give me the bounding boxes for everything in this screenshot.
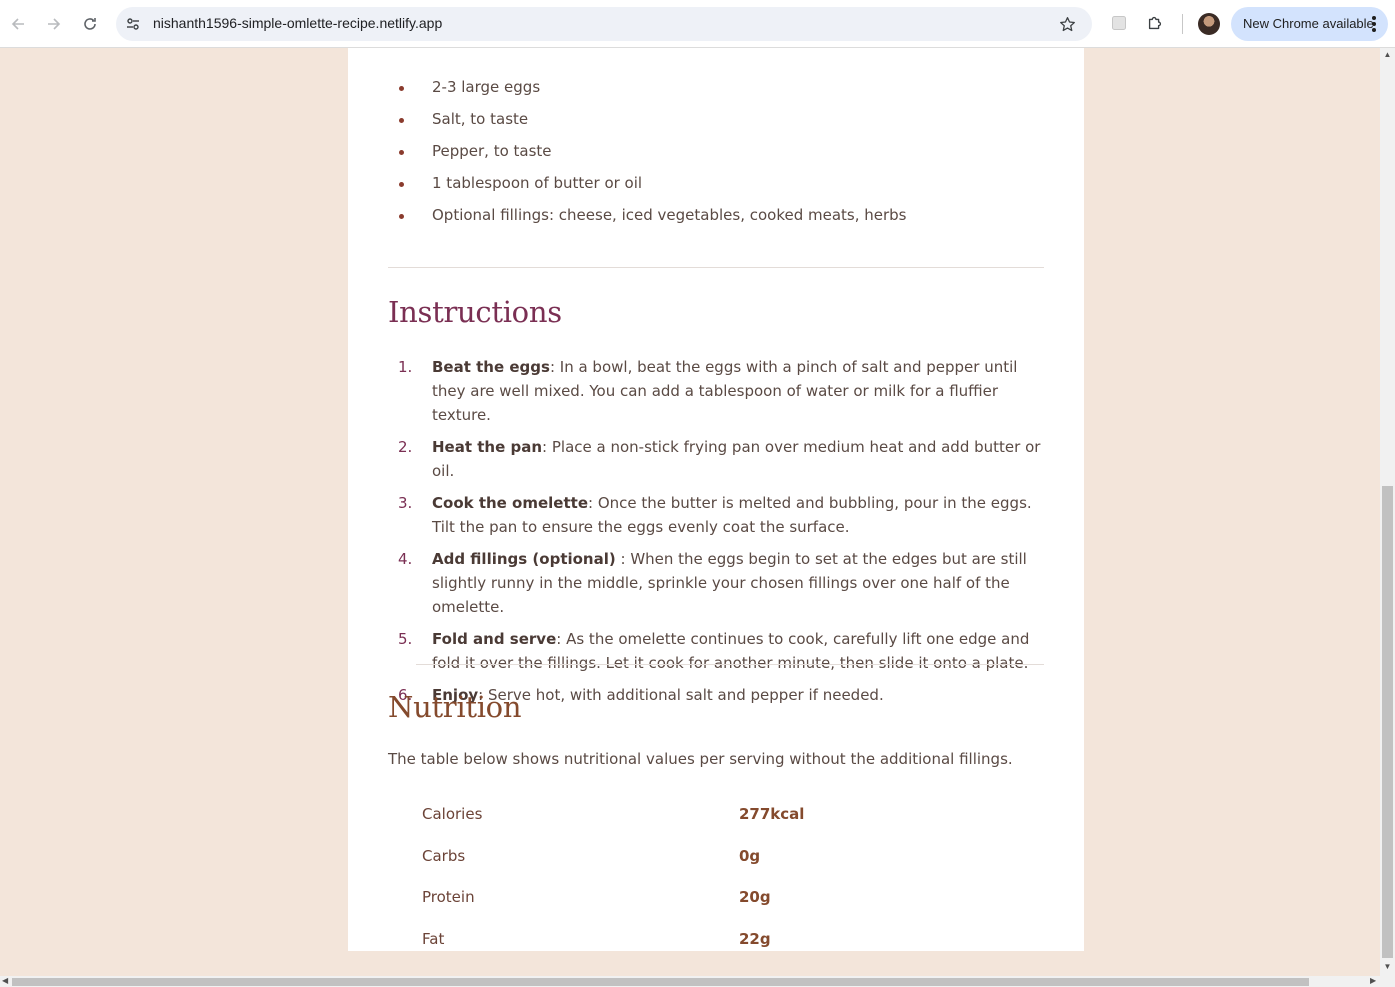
- more-menu-icon[interactable]: [1372, 16, 1376, 32]
- list-item: Pepper, to taste: [388, 142, 1044, 174]
- nutrient-value: 20g: [739, 888, 771, 906]
- ingredient-text: 1 tablespoon of butter or oil: [432, 174, 643, 192]
- bullet: [399, 118, 404, 123]
- table-row: Fat 22g: [388, 920, 1044, 962]
- instruction-step: 4. Add fillings (optional) : When the egg…: [388, 547, 1044, 619]
- list-item: 1 tablespoon of butter or oil: [388, 174, 1044, 206]
- section-divider: [388, 267, 1044, 268]
- step-title: Beat the eggs: [432, 358, 550, 376]
- step-title: Add fillings (optional): [432, 550, 616, 568]
- instruction-step: 5. Fold and serve: As the omelette contin…: [388, 627, 1044, 675]
- ingredient-text: Optional fillings: cheese, iced vegetabl…: [432, 206, 907, 224]
- scroll-left-icon[interactable]: ◀: [2, 976, 8, 985]
- nutrient-value: 0g: [739, 846, 761, 865]
- nutrient-label: Fat: [422, 929, 445, 948]
- horizontal-scroll-thumb[interactable]: [12, 978, 1309, 986]
- ingredient-text: Salt, to taste: [432, 110, 529, 128]
- tune-icon[interactable]: [123, 14, 143, 34]
- nutrition-table: Calories 277kcal Carbs 0g Protein 20g Fa…: [388, 795, 1044, 961]
- bullet: [399, 86, 404, 91]
- nutrition-intro: The table below shows nutritional values…: [388, 750, 1013, 768]
- step-number: 3.: [398, 494, 413, 512]
- step-title: Fold and serve: [432, 630, 557, 648]
- instruction-step: 3. Cook the omelette: Once the butter is …: [388, 491, 1044, 539]
- table-row: Protein 20g: [388, 878, 1044, 920]
- puzzle-icon[interactable]: [1144, 12, 1166, 34]
- recipe-card: 2-3 large eggs Salt, to taste Pepper, to…: [348, 48, 1084, 951]
- step-number: 2.: [398, 438, 413, 456]
- vertical-scrollbar[interactable]: ▲ ▼: [1380, 48, 1395, 976]
- nutrient-label: Protein: [422, 888, 475, 906]
- update-chrome-label: New Chrome available: [1243, 16, 1374, 31]
- bullet: [399, 214, 404, 219]
- list-item: Salt, to taste: [388, 110, 1044, 142]
- toolbar-divider: [1182, 14, 1183, 34]
- nutrient-label: Carbs: [422, 846, 466, 865]
- table-row: Calories 277kcal: [388, 795, 1044, 837]
- nutrient-value: 277kcal: [739, 805, 805, 823]
- update-chrome-button[interactable]: New Chrome available: [1231, 7, 1388, 41]
- instructions-heading: Instructions: [388, 295, 562, 329]
- step-title: Cook the omelette: [432, 494, 588, 512]
- table-row: Carbs 0g: [388, 837, 1044, 879]
- step-number: 1.: [398, 358, 413, 376]
- ingredient-text: Pepper, to taste: [432, 142, 552, 160]
- page-viewport: 2-3 large eggs Salt, to taste Pepper, to…: [0, 48, 1380, 976]
- nutrition-heading: Nutrition: [388, 690, 522, 724]
- step-number: 5.: [398, 630, 413, 648]
- scroll-right-icon[interactable]: ▶: [1370, 976, 1376, 985]
- step-title: Heat the pan: [432, 438, 543, 456]
- horizontal-scrollbar[interactable]: ◀ ▶: [0, 976, 1380, 987]
- browser-toolbar: nishanth1596-simple-omlette-recipe.netli…: [0, 0, 1395, 48]
- translate-icon[interactable]: [1108, 12, 1130, 34]
- bullet: [399, 182, 404, 187]
- vertical-scroll-thumb[interactable]: [1382, 486, 1393, 958]
- instruction-step: 1. Beat the eggs: In a bowl, beat the egg…: [388, 355, 1044, 427]
- scroll-down-icon[interactable]: ▼: [1383, 962, 1392, 971]
- list-item: 2-3 large eggs: [388, 78, 1044, 110]
- url-text[interactable]: nishanth1596-simple-omlette-recipe.netli…: [153, 15, 442, 31]
- ingredients-list: 2-3 large eggs Salt, to taste Pepper, to…: [388, 78, 1044, 238]
- back-arrow-icon[interactable]: [4, 10, 32, 38]
- instruction-step: 2. Heat the pan: Place a non-stick frying…: [388, 435, 1044, 483]
- bullet: [399, 150, 404, 155]
- star-icon[interactable]: [1056, 13, 1078, 35]
- nutrient-value: 22g: [739, 929, 771, 948]
- reload-icon[interactable]: [76, 10, 104, 38]
- scrollbar-corner: [1380, 976, 1395, 987]
- list-item: Optional fillings: cheese, iced vegetabl…: [388, 206, 1044, 238]
- step-text: : Serve hot, with additional salt and pe…: [478, 686, 884, 704]
- scroll-up-icon[interactable]: ▲: [1383, 50, 1392, 59]
- address-bar[interactable]: nishanth1596-simple-omlette-recipe.netli…: [116, 7, 1092, 41]
- section-divider: [416, 664, 1044, 665]
- step-number: 4.: [398, 550, 413, 568]
- ingredient-text: 2-3 large eggs: [432, 78, 541, 96]
- forward-arrow-icon[interactable]: [40, 10, 68, 38]
- avatar[interactable]: [1198, 13, 1220, 35]
- instructions-list: 1. Beat the eggs: In a bowl, beat the egg…: [388, 355, 1044, 715]
- nutrient-label: Calories: [422, 805, 483, 823]
